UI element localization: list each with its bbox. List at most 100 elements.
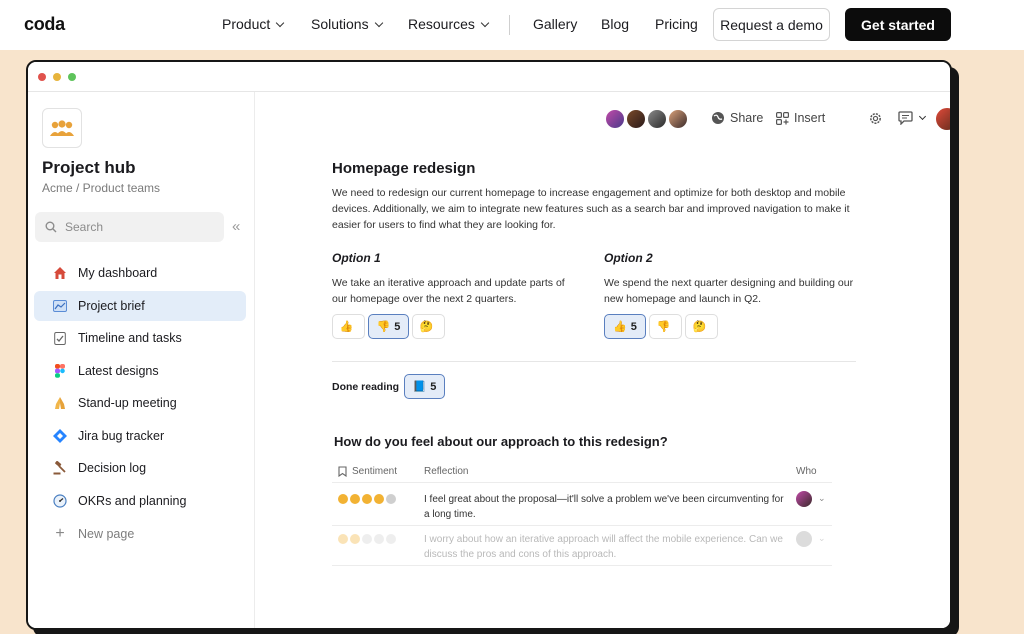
house-icon xyxy=(52,265,68,281)
site-header: coda Product Solutions Resources Gallery… xyxy=(0,0,1024,50)
sidebar-item-project-brief[interactable]: Project brief xyxy=(34,291,246,321)
nav-divider xyxy=(509,15,510,35)
who-avatar[interactable] xyxy=(796,531,812,547)
sidebar-item-jira-bug-tracker[interactable]: Jira bug tracker xyxy=(34,421,246,451)
reaction-thinking-button[interactable]: 🤔 xyxy=(685,314,718,339)
nav-resources[interactable]: Resources xyxy=(408,16,490,32)
face-icon xyxy=(338,534,348,544)
sentiment-rating[interactable] xyxy=(338,534,398,544)
sidebar-item-label: Jira bug tracker xyxy=(78,429,165,443)
nav-product[interactable]: Product xyxy=(222,16,285,32)
insert-button[interactable]: Insert xyxy=(776,111,825,125)
face-icon xyxy=(362,534,372,544)
face-icon xyxy=(374,534,384,544)
column-header-label: Sentiment xyxy=(352,466,398,477)
get-started-button[interactable]: Get started xyxy=(845,8,951,41)
reaction-thumbs-up-button[interactable]: 👍 xyxy=(332,314,365,339)
sidebar-item-my-dashboard[interactable]: My dashboard xyxy=(34,258,246,288)
doc-title: Project hub xyxy=(42,158,136,177)
new-page-label: New page xyxy=(78,527,135,541)
breadcrumb[interactable]: Acme / Product teams xyxy=(42,181,160,195)
column-header-who[interactable]: Who xyxy=(796,466,817,477)
maximize-dot-icon[interactable] xyxy=(68,73,76,81)
thumbs-down-icon: 👎 xyxy=(376,321,391,333)
gavel-icon xyxy=(52,460,68,476)
sidebar-item-label: Timeline and tasks xyxy=(78,331,182,345)
done-reading-label: Done reading xyxy=(332,381,400,393)
request-demo-button[interactable]: Request a demo xyxy=(713,8,830,41)
chevron-down-icon[interactable]: ⌄ xyxy=(818,533,826,544)
sidebar-item-label: Project brief xyxy=(78,299,145,313)
thinking-face-icon: 🤔 xyxy=(692,321,707,333)
reflection-cell[interactable]: I feel great about the proposal—it'll so… xyxy=(424,492,789,522)
coda-logo[interactable]: coda xyxy=(24,14,65,35)
comments-icon[interactable] xyxy=(898,111,927,125)
who-avatar[interactable] xyxy=(796,491,812,507)
nav-blog[interactable]: Blog xyxy=(601,16,629,32)
nav-solutions-label: Solutions xyxy=(311,16,369,32)
insert-label: Insert xyxy=(794,111,826,125)
option1-text: We take an iterative approach and update… xyxy=(332,277,565,305)
chevron-down-icon xyxy=(918,112,927,121)
sidebar-item-decision-log[interactable]: Decision log xyxy=(34,453,246,483)
option2-title: Option 2 xyxy=(604,251,653,265)
sidebar-item-label: My dashboard xyxy=(78,266,158,280)
chevron-down-icon[interactable]: ⌄ xyxy=(818,493,826,504)
section-title: Homepage redesign xyxy=(332,160,476,177)
minimize-dot-icon[interactable] xyxy=(53,73,61,81)
settings-gear-icon[interactable] xyxy=(868,111,883,126)
reaction-thinking-button[interactable]: 🤔 xyxy=(412,314,445,339)
search-placeholder: Search xyxy=(65,220,104,234)
reflection-cell[interactable]: I worry about how an iterative approach … xyxy=(424,532,789,562)
nav-solutions[interactable]: Solutions xyxy=(311,16,383,32)
search-icon xyxy=(45,221,57,233)
reaction-thumbs-down-button[interactable]: 👎 xyxy=(649,314,682,339)
table-header-divider xyxy=(332,482,832,483)
sidebar: Project hub Acme / Product teams Search … xyxy=(28,92,255,628)
sidebar-item-latest-designs[interactable]: Latest designs xyxy=(34,356,246,386)
row-divider xyxy=(332,525,832,526)
jira-icon xyxy=(52,428,68,444)
reaction-thumbs-down-button[interactable]: 👎 5 xyxy=(368,314,409,339)
column-header-sentiment[interactable]: Sentiment xyxy=(338,466,397,477)
avatar[interactable] xyxy=(667,108,689,130)
nav-gallery[interactable]: Gallery xyxy=(533,16,577,32)
avatar[interactable] xyxy=(646,108,668,130)
thumbs-up-icon: 👍 xyxy=(613,321,627,333)
sidebar-item-stand-up-meeting[interactable]: Stand-up meeting xyxy=(34,388,246,418)
nav-resources-label: Resources xyxy=(408,16,475,32)
row-divider xyxy=(332,565,832,566)
chevron-down-icon xyxy=(374,18,383,27)
figma-icon xyxy=(52,363,68,379)
avatar[interactable] xyxy=(625,108,647,130)
section-intro: We need to redesign our current homepage… xyxy=(332,187,850,231)
plus-icon: + xyxy=(55,525,65,542)
bookmark-icon xyxy=(338,466,347,477)
face-icon xyxy=(362,494,372,504)
reaction-thumbs-up-button[interactable]: 👍 5 xyxy=(604,314,646,339)
face-icon xyxy=(374,494,384,504)
face-icon xyxy=(386,534,396,544)
sidebar-item-okrs-and-planning[interactable]: OKRs and planning xyxy=(34,486,246,516)
sidebar-item-timeline-and-tasks[interactable]: Timeline and tasks xyxy=(34,323,246,353)
sidebar-item-label: Latest designs xyxy=(78,364,159,378)
done-reading-button[interactable]: 📘 5 xyxy=(404,374,445,399)
doc-canvas: Share Insert Homepage redesign We need t… xyxy=(256,92,950,628)
share-button[interactable]: Share xyxy=(711,111,763,125)
reaction-count: 5 xyxy=(394,320,401,333)
column-header-reflection[interactable]: Reflection xyxy=(424,466,468,477)
chevron-down-icon xyxy=(276,18,285,27)
search-input[interactable]: Search xyxy=(35,212,224,242)
user-avatar[interactable] xyxy=(934,106,950,132)
new-page-button[interactable]: + New page xyxy=(34,519,246,549)
share-label: Share xyxy=(730,111,764,125)
face-icon xyxy=(350,494,360,504)
divider xyxy=(332,361,856,362)
sentiment-rating[interactable] xyxy=(338,494,398,504)
sidebar-item-label: Decision log xyxy=(78,461,147,475)
app-window: Project hub Acme / Product teams Search … xyxy=(26,60,952,630)
nav-pricing[interactable]: Pricing xyxy=(655,16,698,32)
avatar[interactable] xyxy=(604,108,626,130)
close-dot-icon[interactable] xyxy=(38,73,46,81)
collapse-sidebar-icon[interactable]: « xyxy=(232,218,240,235)
